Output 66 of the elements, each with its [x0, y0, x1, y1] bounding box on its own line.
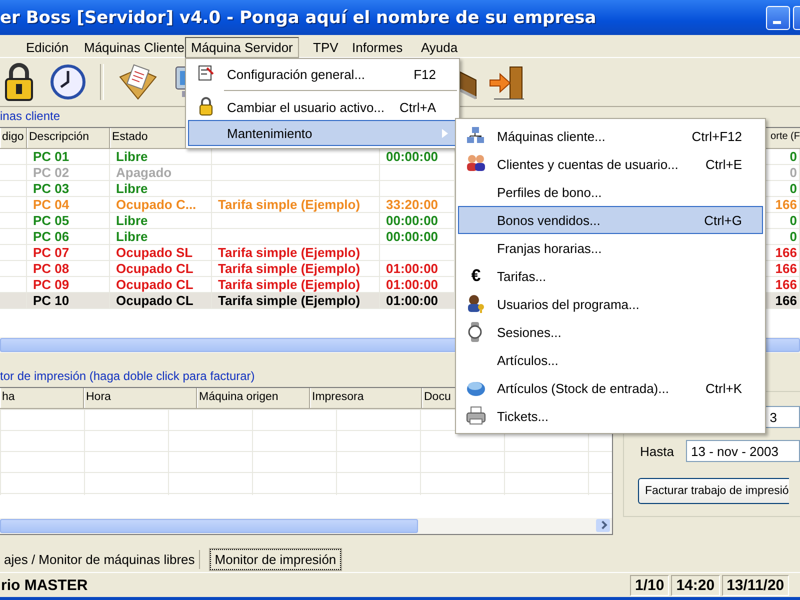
folder-document-icon[interactable]: [118, 63, 158, 102]
lock-icon[interactable]: [2, 62, 36, 102]
exit-door-icon[interactable]: [488, 64, 526, 102]
menu-item[interactable]: Ayuda: [415, 37, 464, 58]
submenu-arrow-icon: [442, 128, 448, 138]
status-text: 14:20: [671, 574, 720, 596]
table-cell: PC 05: [27, 213, 110, 230]
menu-item[interactable]: Artículos (Stock de entrada)... Ctrl+K: [458, 374, 763, 402]
table-cell: PC 03: [27, 181, 110, 198]
table-cell: Tarifa simple (Ejemplo): [212, 245, 380, 262]
menu-item[interactable]: Bonos vendidos... Ctrl+G: [458, 206, 763, 234]
table-cell: PC 02: [27, 165, 110, 182]
tab[interactable]: ajes / Monitor de máquinas libres: [0, 550, 200, 570]
table-cell: Apagado: [110, 165, 212, 182]
network-icon: [466, 126, 486, 146]
group-title: tor de impresión (haga doble click para facturar): [0, 368, 255, 386]
clock-icon[interactable]: [50, 64, 86, 100]
maximize-button[interactable]: [793, 6, 800, 30]
menu-item[interactable]: Máquinas cliente... Ctrl+F12: [458, 122, 763, 150]
table-cell: Libre: [110, 181, 212, 198]
table-cell: PC 08: [27, 261, 110, 278]
user-key-icon: [466, 294, 486, 314]
minimize-button[interactable]: [766, 6, 790, 30]
lock-icon: [197, 97, 215, 117]
menu-item[interactable]: Sesiones...: [458, 318, 763, 346]
table-cell: Tarifa simple (Ejemplo): [212, 197, 380, 214]
tab[interactable]: Monitor de impresión: [210, 549, 342, 570]
invoice-button[interactable]: Facturar trabajo de impresió: [638, 478, 789, 504]
status-text: 1/10: [630, 574, 670, 596]
table-cell: Libre: [110, 229, 212, 246]
table-cell: PC 06: [27, 229, 110, 246]
column-header[interactable]: Máquina origen: [197, 388, 310, 408]
date-field[interactable]: 13 - nov - 2003: [686, 440, 800, 462]
column-header[interactable]: ha: [0, 388, 84, 408]
menu-item[interactable]: TPV: [307, 37, 344, 58]
menu-item[interactable]: Configuración general... F12: [188, 61, 457, 87]
column-header[interactable]: Hora: [84, 388, 197, 408]
menu-item[interactable]: Mantenimiento: [188, 120, 457, 146]
status-text: 13/11/20: [722, 574, 790, 596]
menu-item[interactable]: Informes: [346, 37, 409, 58]
printer-icon: [466, 406, 486, 426]
table-cell: Ocupado CL: [110, 293, 212, 310]
menu-item[interactable]: Edición: [20, 37, 75, 58]
people-icon: [466, 154, 486, 174]
table-cell: Libre: [110, 213, 212, 230]
menu-item[interactable]: Tickets...: [458, 402, 763, 430]
column-header[interactable]: Descripción: [27, 128, 110, 148]
column-header[interactable]: digo: [0, 128, 27, 148]
table-cell: PC 07: [27, 245, 110, 262]
table-cell: Ocupado CL: [110, 261, 212, 278]
table-cell: Tarifa simple (Ejemplo): [212, 261, 380, 278]
menu-item[interactable]: Cambiar el usuario activo... Ctrl+A: [188, 94, 457, 120]
field-label: Hasta: [640, 444, 674, 459]
group-title: inas cliente: [0, 108, 60, 126]
table-cell: PC 04: [27, 197, 110, 214]
status-text: rio MASTER: [0, 576, 89, 596]
column-header[interactable]: Impresora: [310, 388, 422, 408]
table-cell: PC 10: [27, 293, 110, 310]
window-title: er Boss [Servidor] v4.0 - Ponga aquí el nombre de su empresa: [0, 8, 596, 28]
table-cell: Tarifa simple (Ejemplo): [212, 293, 380, 310]
menu-item[interactable]: Artículos...: [458, 346, 763, 374]
horizontal-scrollbar[interactable]: [0, 516, 612, 534]
table-cell: Ocupado SL: [110, 245, 212, 262]
menu-item[interactable]: Máquina Servidor: [185, 37, 299, 58]
table-cell: Ocupado C...: [110, 197, 212, 214]
table-cell: PC 01: [27, 149, 110, 166]
